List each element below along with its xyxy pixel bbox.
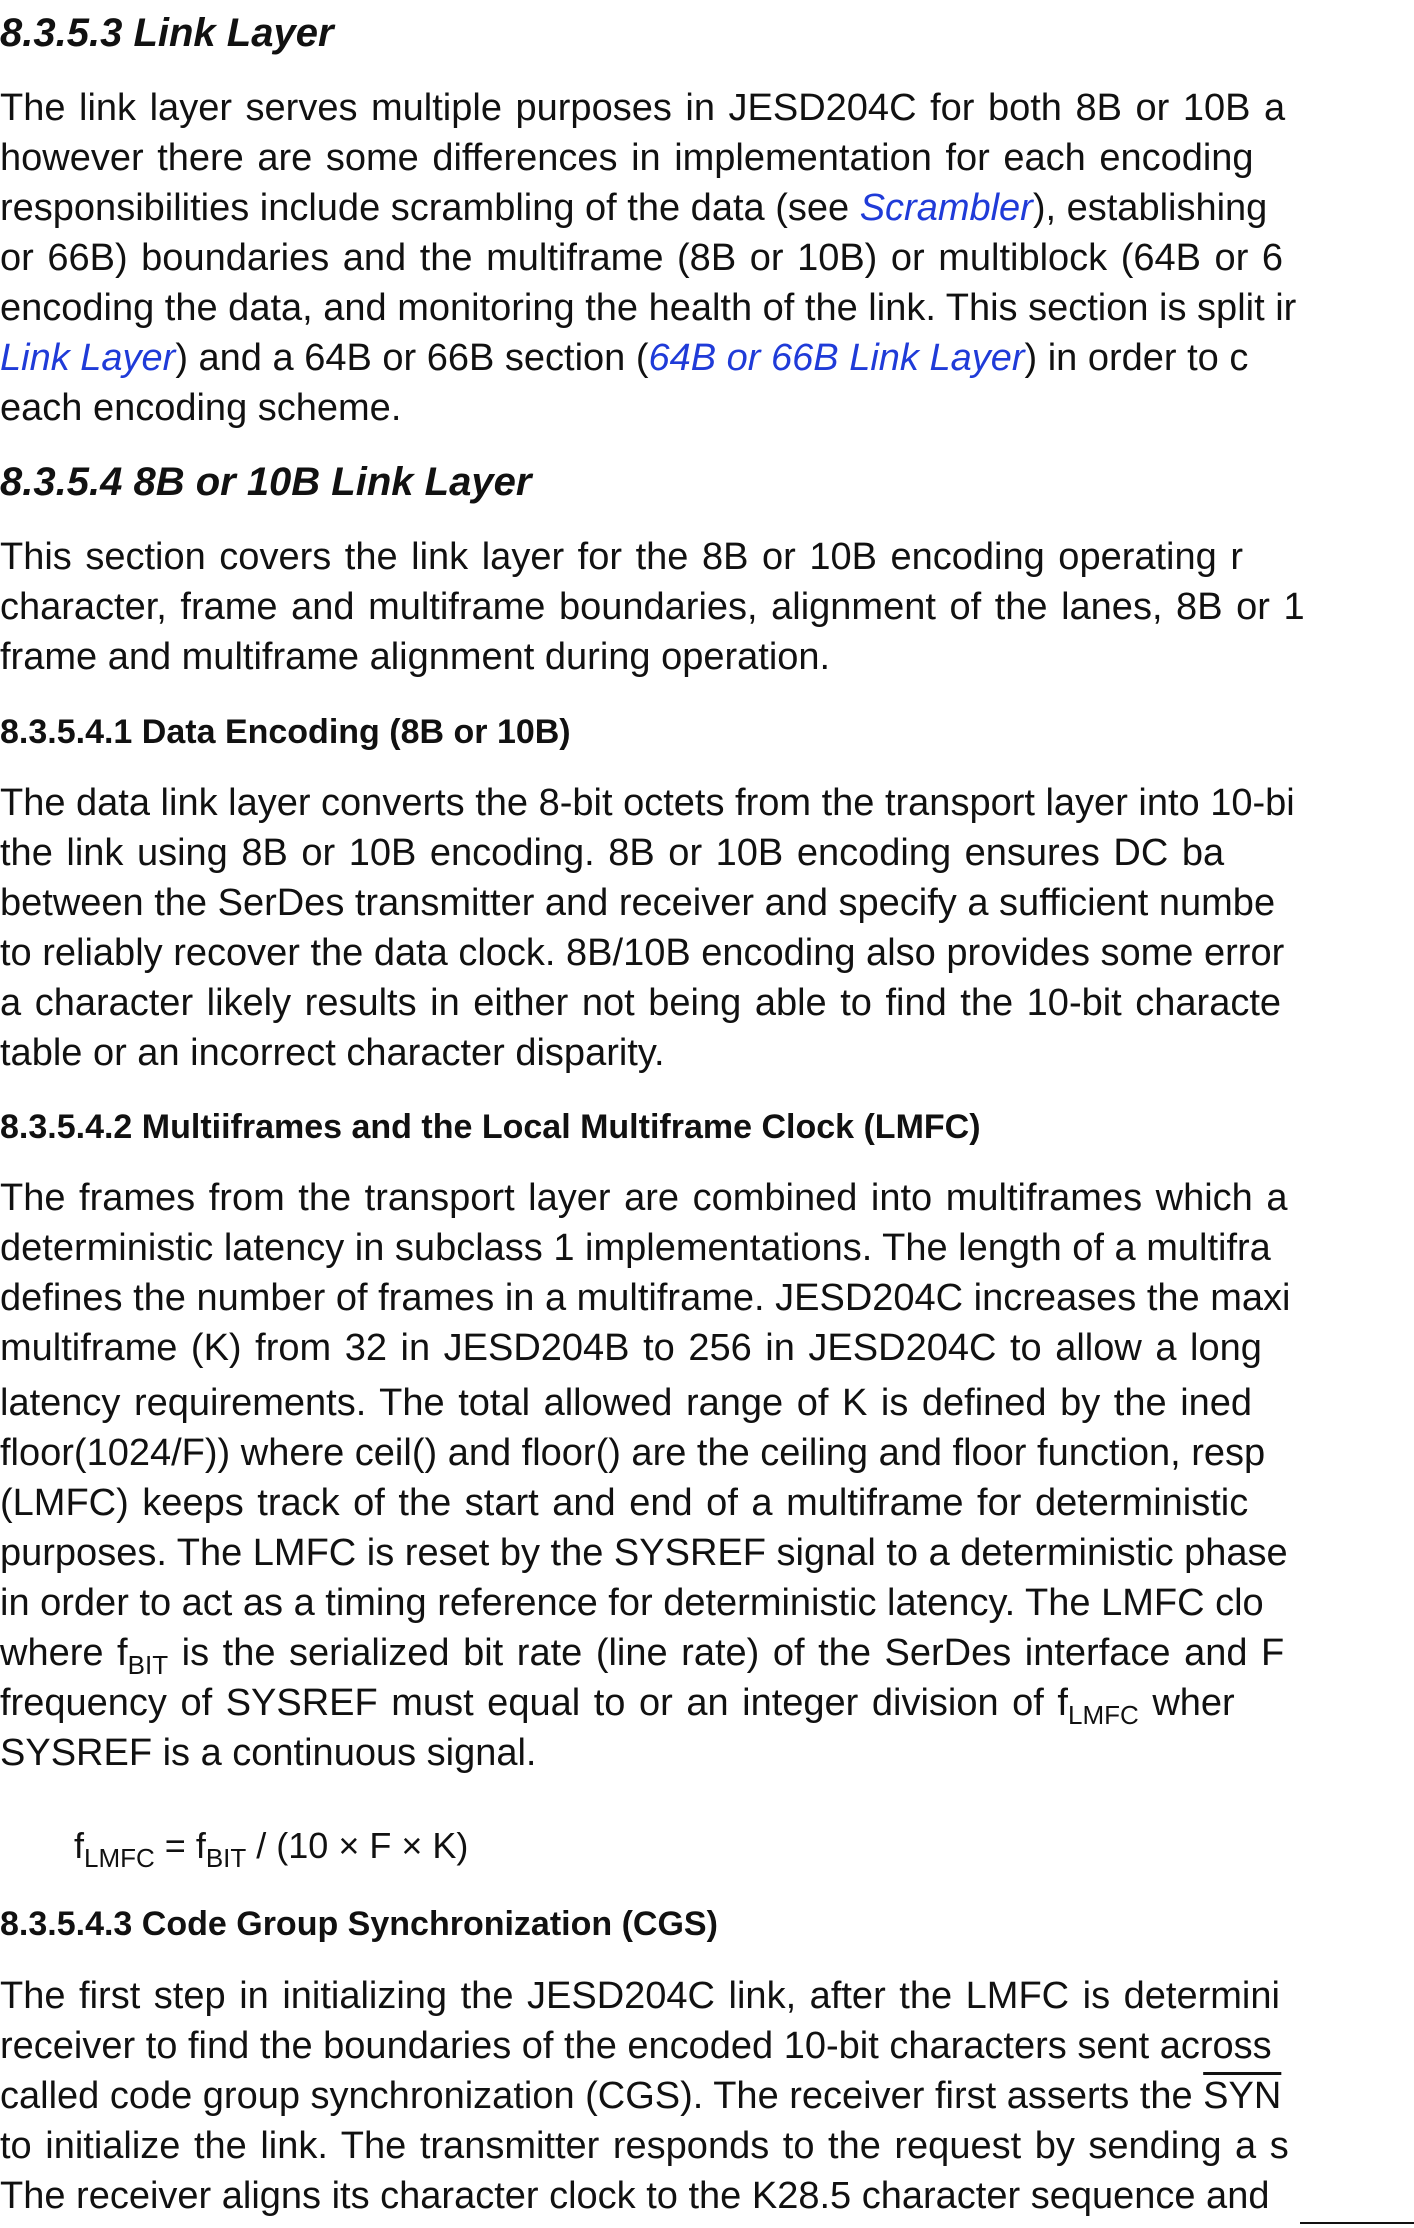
text-span: wher: [1138, 1682, 1235, 1724]
equation-symbol: f: [74, 1825, 85, 1866]
text-line: The frames from the transport layer are …: [0, 1177, 1288, 1219]
section-heading-link-layer: 8.3.5.3 Link Layer: [0, 9, 334, 57]
text-line: Link Layer) and a 64B or 66B section (64…: [0, 334, 1414, 382]
subsection-title: Code Group Synchronization (CGS): [141, 1905, 718, 1943]
text-line: or 66B) boundaries and the multiframe (8…: [0, 237, 1284, 279]
text-span: responsibilities include scrambling of t…: [0, 187, 860, 229]
text-line: between the SerDes transmitter and recei…: [0, 882, 1276, 924]
text-line: frame and multiframe alignment during op…: [0, 636, 831, 678]
text-span: ), establishing: [1032, 187, 1268, 229]
text-line: character, frame and multiframe boundari…: [0, 586, 1305, 628]
subscript: LMFC: [1067, 1700, 1139, 1730]
text-line: in order to act as a timing reference fo…: [0, 1582, 1264, 1624]
text-line: purposes. The LMFC is reset by the SYSRE…: [0, 1532, 1288, 1574]
text-line: to reliably recover the data clock. 8B/1…: [0, 932, 1285, 974]
text-span: ) in order to c: [1024, 337, 1249, 379]
text-line: The data link layer converts the 8-bit o…: [0, 782, 1295, 824]
text-span: ) and a 64B or 66B section (: [175, 337, 649, 379]
text-line: This section covers the link layer for t…: [0, 536, 1243, 578]
text-span: where f: [0, 1632, 128, 1674]
text-span: frequency of SYSREF must equal to or an …: [0, 1682, 1068, 1724]
subscript: LMFC: [84, 1843, 155, 1873]
section-number: 8.3.5.4: [0, 460, 123, 504]
text-line: receiver to find the boundaries of the e…: [0, 2025, 1272, 2067]
text-line: responsibilities include scrambling of t…: [0, 184, 1414, 232]
subsection-heading-lmfc: 8.3.5.4.2 Multiiframes and the Local Mul…: [0, 1106, 981, 1148]
text-line: however there are some differences in im…: [0, 137, 1254, 179]
equation-rest: / (10 × F × K): [246, 1825, 469, 1866]
subsection-title: Data Encoding (8B or 10B): [141, 713, 571, 751]
equation-symbol: = f: [154, 1825, 206, 1866]
section-title: 8B or 10B Link Layer: [133, 460, 532, 504]
document-page: 8.3.5.3 Link Layer The link layer serves…: [0, 0, 1414, 2228]
section-title: Link Layer: [133, 11, 334, 55]
subsection-heading-cgs: 8.3.5.4.3 Code Group Synchronization (CG…: [0, 1903, 718, 1945]
text-span: is the serialized bit rate (line rate) o…: [168, 1632, 1285, 1674]
subscript: BIT: [205, 1843, 247, 1873]
text-line: deterministic latency in subclass 1 impl…: [0, 1227, 1271, 1269]
subscript: BIT: [127, 1650, 169, 1680]
scrambler-link[interactable]: Scrambler: [860, 187, 1033, 229]
subsection-title: Multiiframes and the Local Multiframe Cl…: [141, 1108, 981, 1146]
text-line: The receiver aligns its character clock …: [0, 2175, 1270, 2217]
text-line: The link layer serves multiple purposes …: [0, 87, 1286, 129]
sync-signal-name: SYN: [1203, 2075, 1282, 2117]
text-line: to initialize the link. The transmitter …: [0, 2125, 1289, 2167]
lmfc-equation: fLMFC = fBIT / (10 × F × K): [74, 1822, 469, 1873]
text-line: defines the number of frames in a multif…: [0, 1277, 1291, 1319]
section-number: 8.3.5.3: [0, 11, 123, 55]
text-line: SYSREF is a continuous signal.: [0, 1732, 537, 1774]
subsection-heading-data-encoding: 8.3.5.4.1 Data Encoding (8B or 10B): [0, 711, 571, 753]
subsection-number: 8.3.5.4.1: [0, 713, 133, 751]
text-line: frequency of SYSREF must equal to or an …: [0, 1679, 1414, 1730]
text-line: The first step in initializing the JESD2…: [0, 1975, 1280, 2017]
64b-66b-link-layer-link[interactable]: 64B or 66B Link Layer: [649, 337, 1025, 379]
section-heading-8b10b-link-layer: 8.3.5.4 8B or 10B Link Layer: [0, 458, 531, 506]
text-line: multiframe (K) from 32 in JESD204B to 25…: [0, 1327, 1262, 1369]
text-line: where fBIT is the serialized bit rate (l…: [0, 1629, 1414, 1680]
text-line: a character likely results in either not…: [0, 982, 1282, 1024]
link-layer-link[interactable]: Link Layer: [0, 337, 175, 379]
text-line: called code group synchronization (CGS).…: [0, 2072, 1414, 2120]
text-line: each encoding scheme.: [0, 387, 402, 429]
subsection-number: 8.3.5.4.2: [0, 1108, 133, 1146]
text-line: (LMFC) keeps track of the start and end …: [0, 1482, 1249, 1524]
text-span: called code group synchronization (CGS).…: [0, 2075, 1204, 2117]
subsection-number: 8.3.5.4.3: [0, 1905, 133, 1943]
text-line: latency requirements. The total allowed …: [0, 1382, 1253, 1424]
text-line: floor(1024/F)) where ceil() and floor() …: [0, 1432, 1266, 1474]
footnote-rule: [1300, 2222, 1414, 2224]
text-line: table or an incorrect character disparit…: [0, 1032, 665, 1074]
text-line: encoding the data, and monitoring the he…: [0, 287, 1297, 329]
text-line: the link using 8B or 10B encoding. 8B or…: [0, 832, 1225, 874]
